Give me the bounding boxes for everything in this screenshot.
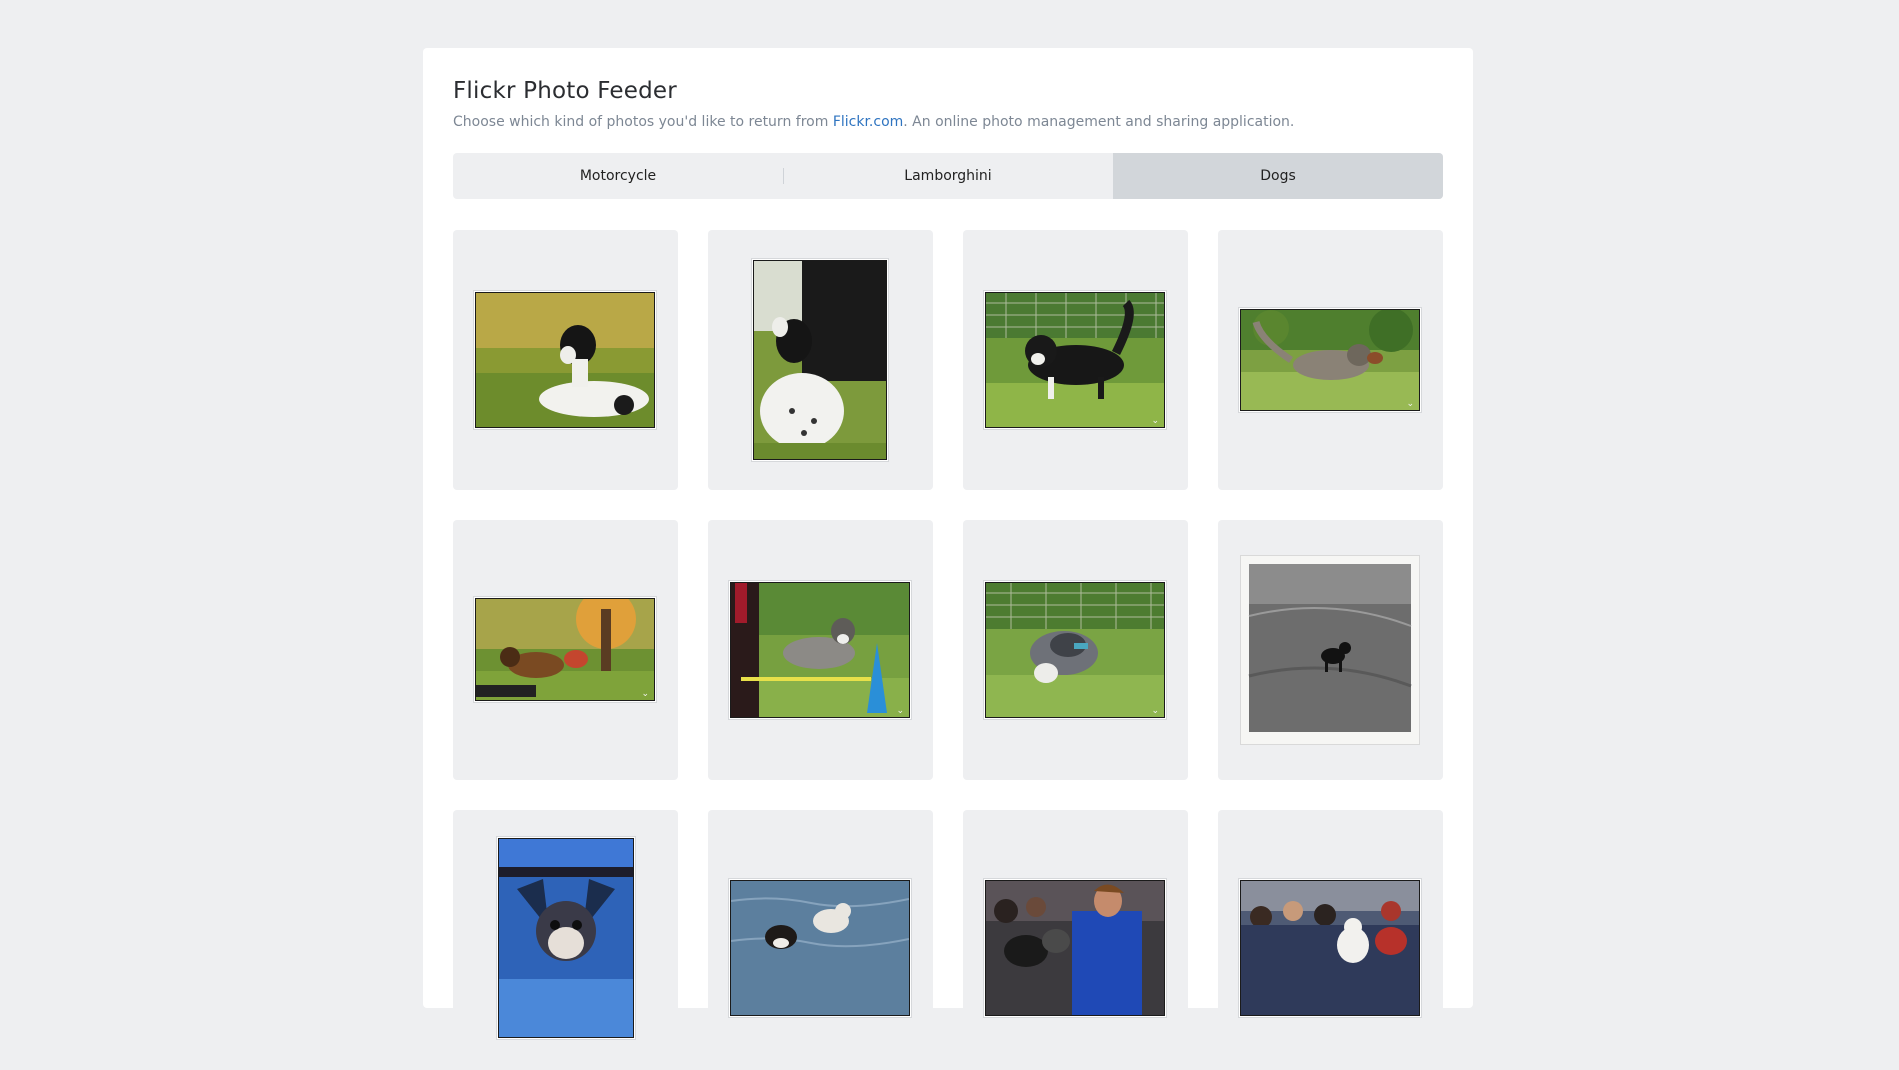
dog-photo[interactable] (475, 292, 655, 428)
dog-photo[interactable]: ⌄ (985, 292, 1165, 428)
dog-lying-grass-image (476, 293, 654, 427)
photo-tile[interactable] (963, 810, 1188, 1070)
photo-tile[interactable]: ⌄ (453, 520, 678, 780)
husky-with-toy-image (1241, 310, 1419, 410)
dog-photo[interactable]: ⌄ (730, 582, 910, 718)
photo-tile[interactable]: ⌄ (1218, 230, 1443, 490)
dog-photo[interactable]: ⌄ (1240, 309, 1420, 411)
photo-tile[interactable]: ⌄ (963, 230, 1188, 490)
flickr-mark-icon: ⌄ (641, 689, 649, 699)
tab-dogs[interactable]: Dogs (1113, 153, 1443, 199)
dog-mural-image (499, 839, 633, 1037)
dog-photo[interactable] (753, 260, 887, 460)
dog-looking-up-image (754, 261, 886, 459)
photo-tile[interactable] (708, 810, 933, 1070)
woman-with-dogs-image (986, 881, 1164, 1015)
feeder-card: Flickr Photo Feeder Choose which kind of… (423, 48, 1473, 1070)
photo-tile[interactable] (453, 810, 678, 1070)
photo-tile[interactable] (1218, 520, 1443, 780)
dog-photo[interactable] (730, 880, 910, 1016)
flickr-mark-icon: ⌄ (896, 706, 904, 716)
tab-lamborghini[interactable]: Lamborghini (783, 153, 1113, 199)
page-subtitle: Choose which kind of photos you'd like t… (453, 114, 1294, 130)
photo-tile[interactable] (453, 230, 678, 490)
dog-photo[interactable] (498, 838, 634, 1038)
photo-tile[interactable] (1218, 810, 1443, 1070)
husky-agility-image (731, 583, 909, 717)
category-tabs: Motorcycle Lamborghini Dogs (453, 153, 1443, 199)
dog-photo[interactable] (1240, 880, 1420, 1016)
crowd-with-white-dog-image (1241, 881, 1419, 1015)
dog-photo[interactable]: ⌄ (475, 598, 655, 701)
flickr-mark-icon: ⌄ (1151, 706, 1159, 716)
photo-tile[interactable] (708, 230, 933, 490)
subtitle-text-end: . An online photo management and sharing… (903, 114, 1295, 130)
merle-dog-sniffing-image (986, 583, 1164, 717)
black-dog-field-image (1241, 556, 1419, 744)
flickr-link[interactable]: Flickr.com (833, 114, 903, 130)
dogs-swimming-image (731, 881, 909, 1015)
photo-tile[interactable]: ⌄ (708, 520, 933, 780)
tab-motorcycle[interactable]: Motorcycle (453, 153, 783, 199)
dog-photo[interactable]: ⌄ (985, 582, 1165, 718)
photo-tile[interactable]: ⌄ (963, 520, 1188, 780)
flickr-mark-icon: ⌄ (1406, 399, 1414, 409)
dog-photo[interactable] (985, 880, 1165, 1016)
dog-walking-grass-image (986, 293, 1164, 427)
subtitle-text-start: Choose which kind of photos you'd like t… (453, 114, 833, 130)
dog-photo[interactable] (1240, 555, 1420, 745)
flickr-mark-icon: ⌄ (1151, 416, 1159, 426)
page-title: Flickr Photo Feeder (453, 78, 677, 104)
dogs-training-image (476, 599, 654, 700)
